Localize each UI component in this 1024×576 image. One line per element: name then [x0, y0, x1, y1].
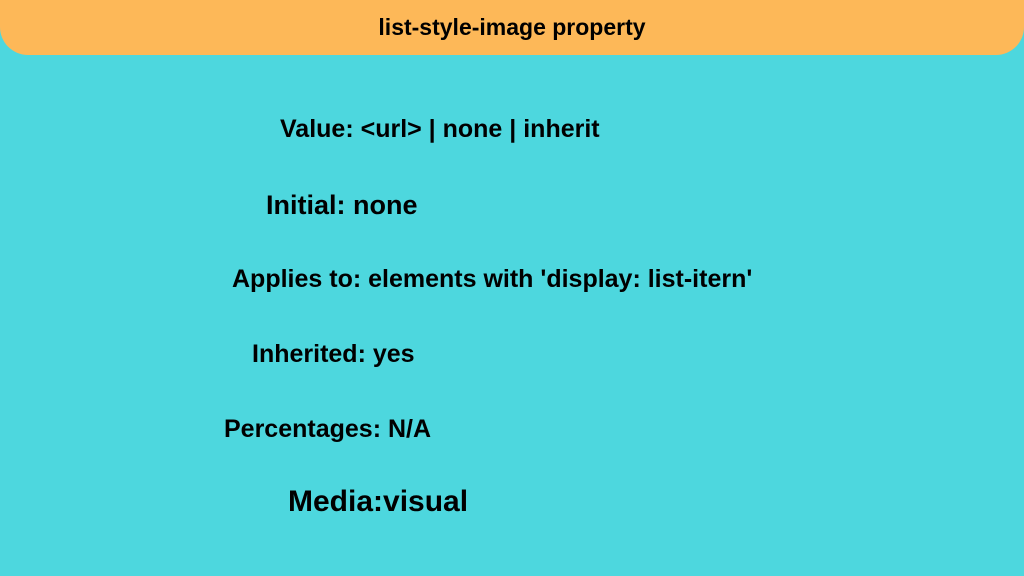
property-initial: Initial: none [266, 190, 418, 221]
property-percentages: Percentages: N/A [224, 415, 431, 444]
page-title: list-style-image property [378, 14, 645, 41]
header-bar: list-style-image property [0, 0, 1024, 55]
content-area: Value: <url> | none | inherit Initial: n… [0, 55, 1024, 576]
property-inherited: Inherited: yes [252, 340, 415, 369]
property-value: Value: <url> | none | inherit [280, 115, 600, 144]
property-media: Media:visual [288, 485, 468, 519]
property-applies-to: Applies to: elements with 'display: list… [232, 265, 752, 294]
